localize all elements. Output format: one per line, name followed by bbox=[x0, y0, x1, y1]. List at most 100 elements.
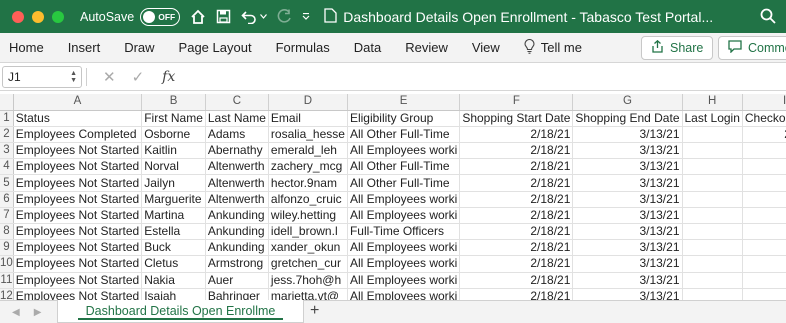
cell-first-name[interactable]: Marguerite bbox=[141, 191, 206, 208]
close-window-button[interactable] bbox=[12, 10, 24, 23]
cell-eligibility-group[interactable]: All Employees worki bbox=[347, 272, 461, 289]
cell-checkout-date[interactable] bbox=[742, 239, 786, 257]
cell-shopping-start-date[interactable]: 2/18/21 bbox=[459, 158, 574, 176]
cell-email[interactable]: hector.9nam bbox=[268, 174, 348, 192]
cell-shopping-end-date[interactable]: 3/13/21 bbox=[572, 142, 683, 160]
cell-shopping-start-date[interactable]: 2/18/21 bbox=[459, 191, 574, 208]
more-commands-icon[interactable] bbox=[302, 13, 310, 20]
cell-eligibility-group[interactable]: All Employees worki bbox=[347, 207, 461, 225]
cell-shopping-end-date[interactable]: 3/13/21 bbox=[572, 158, 683, 176]
cell-shopping-end-date[interactable]: 3/13/21 bbox=[572, 191, 683, 208]
cell-checkout-date[interactable] bbox=[742, 142, 786, 160]
cell-status[interactable]: Employees Not Started bbox=[13, 239, 143, 257]
row-header[interactable]: 7 bbox=[0, 207, 14, 225]
cell-email[interactable]: wiley.hetting bbox=[268, 207, 348, 225]
cell-shopping-end-date[interactable]: 3/13/21 bbox=[572, 126, 683, 144]
cell-status[interactable]: Status bbox=[13, 110, 143, 127]
cell-shopping-start-date[interactable]: 2/18/21 bbox=[459, 223, 574, 241]
undo-dropdown-icon[interactable] bbox=[260, 14, 268, 19]
cell-shopping-end-date[interactable]: 3/13/21 bbox=[572, 223, 683, 241]
column-header-h[interactable]: H bbox=[682, 94, 743, 111]
cell-last-name[interactable]: Auer bbox=[205, 272, 269, 289]
cell-checkout-date[interactable] bbox=[742, 174, 786, 192]
zoom-window-button[interactable] bbox=[52, 10, 64, 23]
enter-icon[interactable]: ✓ bbox=[132, 68, 145, 86]
cell-last-name[interactable]: Adams bbox=[205, 126, 269, 144]
cell-status[interactable]: Employees Not Started bbox=[13, 255, 143, 273]
cell-eligibility-group[interactable]: All Other Full-Time bbox=[347, 174, 461, 192]
cell-last-login[interactable] bbox=[682, 288, 743, 300]
cell-shopping-start-date[interactable]: 2/18/21 bbox=[459, 126, 574, 144]
cell-shopping-start-date[interactable]: Shopping Start Date bbox=[459, 110, 574, 127]
cell-shopping-start-date[interactable]: 2/18/21 bbox=[459, 142, 574, 160]
cell-first-name[interactable]: Estella bbox=[141, 223, 206, 241]
row-header[interactable]: 9 bbox=[0, 239, 14, 257]
cell-shopping-end-date[interactable]: 3/13/21 bbox=[572, 272, 683, 289]
select-all-button[interactable] bbox=[0, 94, 14, 111]
cell-last-login[interactable] bbox=[682, 239, 743, 257]
cell-checkout-date[interactable]: 2/23/21 bbox=[742, 126, 786, 144]
cell-last-login[interactable]: Last Login bbox=[682, 110, 743, 127]
cell-last-name[interactable]: Abernathy bbox=[205, 142, 269, 160]
cell-status[interactable]: Employees Not Started bbox=[13, 272, 143, 289]
cell-last-login[interactable] bbox=[682, 207, 743, 225]
cell-last-name[interactable]: Last Name bbox=[205, 110, 269, 127]
column-header-g[interactable]: G bbox=[572, 94, 683, 111]
cell-last-login[interactable] bbox=[682, 191, 743, 208]
cell-checkout-date[interactable] bbox=[742, 272, 786, 289]
cell-last-login[interactable] bbox=[682, 255, 743, 273]
cell-last-name[interactable]: Armstrong bbox=[205, 255, 269, 273]
cell-first-name[interactable]: Isaiah bbox=[141, 288, 206, 300]
comments-button[interactable]: Comments bbox=[718, 36, 786, 60]
cell-first-name[interactable]: Nakia bbox=[141, 272, 206, 289]
cell-status[interactable]: Employees Not Started bbox=[13, 288, 143, 300]
tab-view[interactable]: View bbox=[464, 40, 508, 55]
autosave-control[interactable]: AutoSave OFF bbox=[80, 7, 181, 26]
undo-icon[interactable] bbox=[241, 9, 257, 24]
row-header[interactable]: 2 bbox=[0, 126, 14, 144]
cell-email[interactable]: jess.7hoh@h bbox=[268, 272, 348, 289]
cell-last-name[interactable]: Altenwerth bbox=[205, 158, 269, 176]
row-header[interactable]: 4 bbox=[0, 158, 14, 176]
cell-last-name[interactable]: Ankunding bbox=[205, 207, 269, 225]
cell-first-name[interactable]: Cletus bbox=[141, 255, 206, 273]
cell-shopping-start-date[interactable]: 2/18/21 bbox=[459, 255, 574, 273]
cell-checkout-date[interactable]: Checkout Date bbox=[742, 110, 786, 127]
cell-status[interactable]: Employees Not Started bbox=[13, 142, 143, 160]
cell-eligibility-group[interactable]: All Employees worki bbox=[347, 239, 461, 257]
share-button[interactable]: Share bbox=[641, 36, 714, 60]
redo-icon[interactable] bbox=[277, 9, 292, 24]
autosave-toggle[interactable]: OFF bbox=[140, 7, 181, 26]
row-header[interactable]: 1 bbox=[0, 110, 14, 127]
cell-eligibility-group[interactable]: Eligibility Group bbox=[347, 110, 461, 127]
cell-last-login[interactable] bbox=[682, 223, 743, 241]
row-header[interactable]: 5 bbox=[0, 174, 14, 192]
cell-eligibility-group[interactable]: All Employees worki bbox=[347, 191, 461, 208]
cell-shopping-start-date[interactable]: 2/18/21 bbox=[459, 207, 574, 225]
cell-shopping-start-date[interactable]: 2/18/21 bbox=[459, 288, 574, 300]
cell-email[interactable]: marietta.vt@ bbox=[268, 288, 348, 300]
tab-formulas[interactable]: Formulas bbox=[268, 40, 338, 55]
sheet-tab-active[interactable]: Dashboard Details Open Enrollme bbox=[57, 300, 304, 323]
cell-eligibility-group[interactable]: All Other Full-Time bbox=[347, 126, 461, 144]
cell-last-login[interactable] bbox=[682, 174, 743, 192]
cell-eligibility-group[interactable]: Full-Time Officers bbox=[347, 223, 461, 241]
cell-checkout-date[interactable] bbox=[742, 207, 786, 225]
tab-page-layout[interactable]: Page Layout bbox=[171, 40, 260, 55]
column-header-f[interactable]: F bbox=[459, 94, 574, 111]
cell-first-name[interactable]: Norval bbox=[141, 158, 206, 176]
cell-shopping-end-date[interactable]: Shopping End Date bbox=[572, 110, 683, 127]
cell-status[interactable]: Employees Not Started bbox=[13, 158, 143, 176]
cell-last-login[interactable] bbox=[682, 142, 743, 160]
cell-last-name[interactable]: Altenwerth bbox=[205, 191, 269, 208]
cell-email[interactable]: idell_brown.l bbox=[268, 223, 348, 241]
cell-status[interactable]: Employees Completed bbox=[13, 126, 143, 144]
cell-first-name[interactable]: Jailyn bbox=[141, 174, 206, 192]
cell-first-name[interactable]: Buck bbox=[141, 239, 206, 257]
name-box-dropdown-icon[interactable]: ▲ ▼ bbox=[70, 70, 77, 84]
cell-checkout-date[interactable] bbox=[742, 223, 786, 241]
tab-insert[interactable]: Insert bbox=[60, 40, 109, 55]
cell-last-name[interactable]: Altenwerth bbox=[205, 174, 269, 192]
column-header-a[interactable]: A bbox=[13, 94, 143, 111]
cell-shopping-start-date[interactable]: 2/18/21 bbox=[459, 239, 574, 257]
